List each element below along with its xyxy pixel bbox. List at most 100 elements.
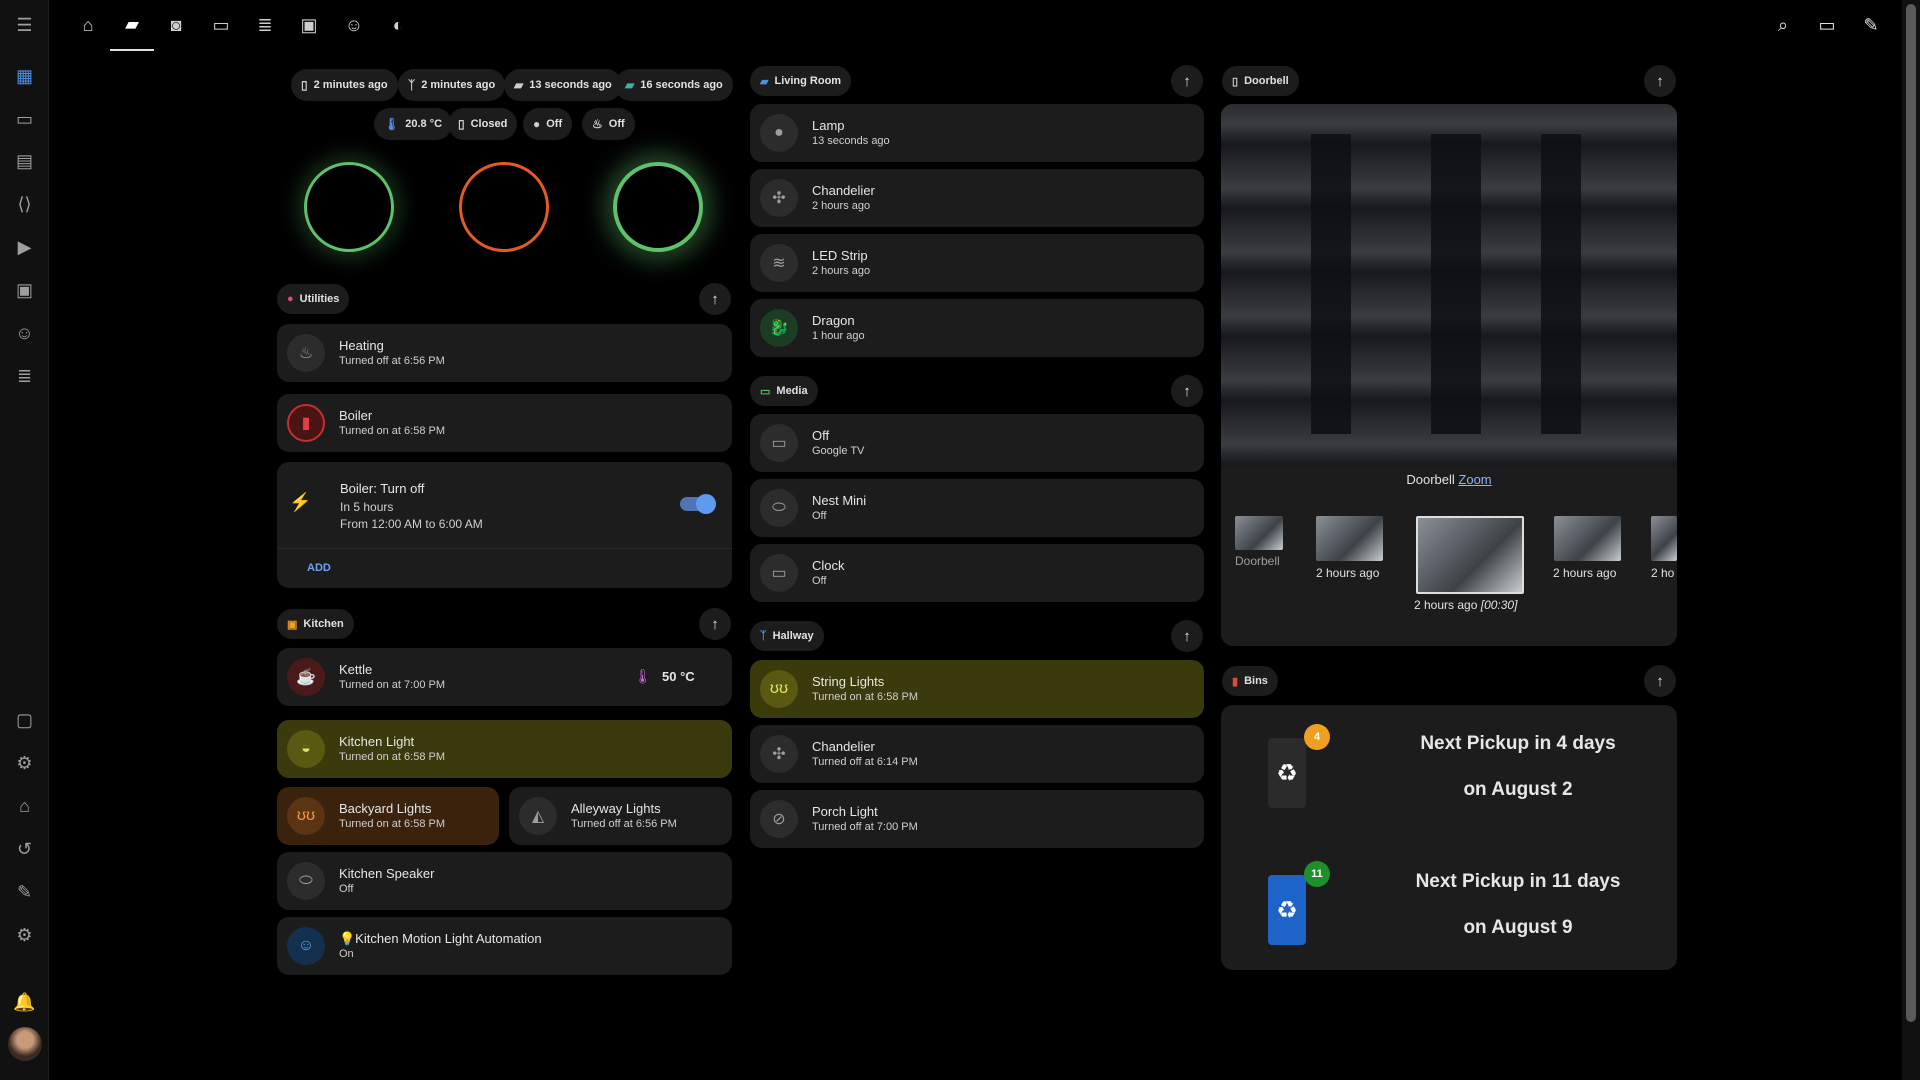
thumbnail[interactable] xyxy=(1651,516,1677,561)
days-badge: 11 xyxy=(1304,861,1330,887)
top-bar: ⌂ ▰ ◙ ▭ ≣ ▣ ☺ ◐ ⌕ ▭ ✎ xyxy=(49,0,1902,51)
gauge-ring-2[interactable] xyxy=(459,162,549,252)
kitchen-motion-automation-tile[interactable]: ☺ 💡Kitchen Motion Light Automation On xyxy=(277,917,732,975)
thumbnail[interactable] xyxy=(1235,516,1283,550)
thumbnail-selected[interactable] xyxy=(1416,516,1524,594)
hallway-chandelier-tile[interactable]: ✣ Chandelier Turned off at 6:14 PM xyxy=(750,725,1204,783)
add-schedule-button[interactable]: ADD xyxy=(307,562,331,574)
chip-door[interactable]: ▯ 2 minutes ago xyxy=(291,69,398,101)
tab-factory[interactable]: ⌂ xyxy=(66,0,110,51)
settings-icon[interactable]: ⚙ xyxy=(0,915,49,955)
vscode-icon[interactable]: ▢ xyxy=(0,700,49,740)
backyard-lights-tile[interactable]: ʊʊ Backyard Lights Turned on at 6:58 PM xyxy=(277,787,499,845)
tab-cast[interactable]: ▣ xyxy=(287,0,331,51)
utilities-collapse-button[interactable]: ↑ xyxy=(699,283,731,315)
hallway-collapse-button[interactable]: ↑ xyxy=(1171,620,1203,652)
bins-collapse-button[interactable]: ↑ xyxy=(1644,665,1676,697)
tab-robot[interactable]: ☺ xyxy=(332,0,376,51)
avatar[interactable] xyxy=(0,1024,49,1064)
media-header[interactable]: ▭ Media xyxy=(750,376,818,406)
robot-icon: ☺ xyxy=(287,927,325,965)
overview-icon[interactable]: ▦ xyxy=(0,56,49,96)
gauge-ring-3[interactable] xyxy=(613,162,703,252)
tab-living[interactable]: ▰ xyxy=(110,0,154,51)
menu-icon[interactable]: ☰ xyxy=(0,5,49,45)
zoom-link[interactable]: Zoom xyxy=(1458,472,1491,487)
dragon-icon: 🐉 xyxy=(760,309,798,347)
string-lights-tile[interactable]: ʊʊ String Lights Turned on at 6:58 PM xyxy=(750,660,1204,718)
bins-header[interactable]: ▮ Bins xyxy=(1222,666,1278,696)
thumbnail[interactable] xyxy=(1554,516,1621,561)
doorbell-collapse-button[interactable]: ↑ xyxy=(1644,65,1676,97)
hallway-header[interactable]: ᛉ Hallway xyxy=(750,621,824,651)
lamp-tile[interactable]: ● Lamp 13 seconds ago xyxy=(750,104,1204,162)
code-icon[interactable]: ⟨⟩ xyxy=(0,184,49,224)
doorbell-header[interactable]: ▯ Doorbell xyxy=(1222,66,1299,96)
camera-feed[interactable] xyxy=(1221,104,1677,470)
media-icon[interactable]: ▶ xyxy=(0,227,49,267)
scroll-thumb[interactable] xyxy=(1906,4,1916,1022)
chip-heating[interactable]: ♨ Off xyxy=(582,108,635,140)
developer-tools-icon[interactable]: ✎ xyxy=(0,872,49,912)
map-icon[interactable]: ▭ xyxy=(0,99,49,139)
arrow-up-icon: ↑ xyxy=(1183,382,1191,400)
pacman-icon: ◐ xyxy=(392,15,404,35)
google-tv-tile[interactable]: ▭ Off Google TV xyxy=(750,414,1204,472)
robot-icon[interactable]: ☺ xyxy=(0,313,49,353)
storage-icon[interactable]: ≣ xyxy=(0,356,49,396)
kitchen-light-tile[interactable]: ◒ Kitchen Light Turned on at 6:58 PM xyxy=(277,720,732,778)
edit-button[interactable]: ✎ xyxy=(1849,0,1893,51)
boiler-tile[interactable]: ▮ Boiler Turned on at 6:58 PM xyxy=(277,394,732,452)
tab-server[interactable]: ≣ xyxy=(243,0,287,51)
clock-tile[interactable]: ▭ Clock Off xyxy=(750,544,1204,602)
living-chandelier-tile[interactable]: ✣ Chandelier 2 hours ago xyxy=(750,169,1204,227)
heating-tile[interactable]: ♨ Heating Turned off at 6:56 PM xyxy=(277,324,732,382)
backup-icon[interactable]: ↺ xyxy=(0,829,49,869)
page-scrollbar[interactable] xyxy=(1902,0,1920,1080)
thumbnail[interactable] xyxy=(1316,516,1383,561)
kitchen-collapse-button[interactable]: ↑ xyxy=(699,608,731,640)
assist-button[interactable]: ▭ xyxy=(1805,0,1849,51)
gauge-ring-1[interactable] xyxy=(304,162,394,252)
kettle-tile[interactable]: ☕ Kettle Turned on at 7:00 PM 🌡 50 °C xyxy=(277,648,732,706)
sofa-icon: ▰ xyxy=(125,14,139,34)
search-button[interactable]: ⌕ xyxy=(1761,0,1805,51)
calendar-icon[interactable]: ▣ xyxy=(0,270,49,310)
server-icon: ≣ xyxy=(257,15,273,35)
tab-office[interactable]: ▭ xyxy=(199,0,243,51)
notifications-icon[interactable]: 🔔 xyxy=(0,982,49,1022)
led-strip-tile[interactable]: ≋ LED Strip 2 hours ago xyxy=(750,234,1204,292)
nest-mini-tile[interactable]: ⬭ Nest Mini Off xyxy=(750,479,1204,537)
arrow-up-icon: ↑ xyxy=(1183,627,1191,645)
chip-motion[interactable]: ᛉ2 minutes ago xyxy=(398,69,506,101)
logbook-icon[interactable]: ▤ xyxy=(0,141,49,181)
living-room-collapse-button[interactable]: ↑ xyxy=(1171,65,1203,97)
alleyway-lights-tile[interactable]: ◭ Alleyway Lights Turned off at 6:56 PM xyxy=(509,787,732,845)
thermometer-icon: 🌡 xyxy=(634,668,652,684)
flash-off-icon: ⚡ xyxy=(289,492,312,512)
edit-icon: ✎ xyxy=(1863,15,1879,35)
chip-light[interactable]: ● Off xyxy=(523,108,573,140)
schedule-toggle[interactable] xyxy=(680,494,716,514)
bins-card: ♻ 4 Next Pickup in 4 days on August 2 ♻ … xyxy=(1221,705,1677,970)
media-collapse-button[interactable]: ↑ xyxy=(1171,375,1203,407)
tab-laundry[interactable]: ◙ xyxy=(154,0,198,51)
chip-temperature[interactable]: 🌡 20.8 °C xyxy=(374,108,453,140)
utilities-header[interactable]: ● Utilities xyxy=(277,284,350,314)
chip-door-state[interactable]: ▯ Closed xyxy=(448,108,518,140)
dragon-tile[interactable]: 🐉 Dragon 1 hour ago xyxy=(750,299,1204,357)
chip-sofa[interactable]: ▰ 13 seconds ago xyxy=(504,69,622,101)
heating-off-icon: ♨ xyxy=(287,334,325,372)
kitchen-header[interactable]: ▣ Kitchen xyxy=(277,609,354,639)
door-icon: ▯ xyxy=(301,78,308,92)
arrow-up-icon: ↑ xyxy=(711,290,719,308)
chip-occupancy[interactable]: ▰ 16 seconds ago xyxy=(615,69,733,101)
arrow-up-icon: ↑ xyxy=(1183,72,1191,90)
porch-light-tile[interactable]: ⊘ Porch Light Turned off at 7:00 PM xyxy=(750,790,1204,848)
cast-icon: ▣ xyxy=(300,15,318,35)
living-room-header[interactable]: ▰ Living Room xyxy=(750,66,852,96)
kitchen-speaker-tile[interactable]: ⬭ Kitchen Speaker Off xyxy=(277,852,732,910)
settings-cog-icon[interactable]: ⚙ xyxy=(0,743,49,783)
hacs-icon[interactable]: ⌂ xyxy=(0,786,49,826)
tab-pacman[interactable]: ◐ xyxy=(376,0,420,51)
